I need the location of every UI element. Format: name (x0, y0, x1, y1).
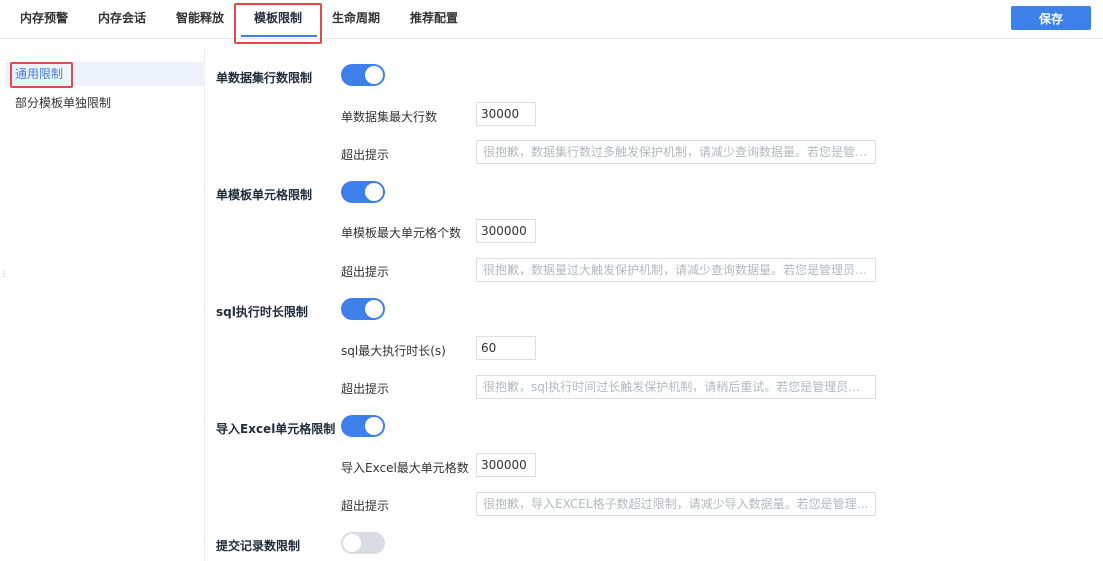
label-max-sql-duration: sql最大执行时长(s) (341, 344, 446, 358)
sidebar-item-per-template-limit[interactable]: 部分模板单独限制 (6, 91, 205, 115)
section-title-template-cells: 单模板单元格限制 (216, 188, 313, 202)
section-title-sql-duration: sql执行时长限制 (216, 305, 308, 319)
tab-memory-session[interactable]: 内存会话 (98, 0, 146, 38)
toggle-template-cells[interactable] (341, 181, 385, 203)
tab-template-limit[interactable]: 模板限制 (254, 0, 302, 38)
input-max-dataset-rows[interactable] (476, 102, 536, 126)
input-sql-duration-tip[interactable] (476, 375, 876, 399)
active-tab-underline (241, 35, 317, 37)
tab-recommended-config[interactable]: 推荐配置 (410, 0, 458, 38)
label-max-template-cells: 单模板最大单元格个数 (341, 226, 462, 240)
input-max-template-cells[interactable] (476, 219, 536, 243)
label-sql-duration-tip: 超出提示 (341, 382, 390, 396)
tab-memory-warning[interactable]: 内存预警 (20, 0, 68, 38)
input-dataset-rows-tip[interactable] (476, 140, 876, 164)
tab-smart-release[interactable]: 智能释放 (176, 0, 224, 38)
section-title-excel-import-cells: 导入Excel单元格限制 (216, 422, 336, 436)
sidebar-item-general-limit[interactable]: 通用限制 (6, 62, 205, 86)
input-max-excel-import-cells[interactable] (476, 453, 536, 477)
toggle-excel-import-cells[interactable] (341, 415, 385, 437)
section-title-submit-records: 提交记录数限制 (216, 539, 301, 553)
label-max-excel-import-cells: 导入Excel最大单元格数 (341, 461, 469, 475)
section-title-dataset-rows: 单数据集行数限制 (216, 71, 313, 85)
label-template-cells-tip: 超出提示 (341, 265, 390, 279)
settings-panel: 单数据集行数限制 单数据集最大行数 超出提示 单模板单元格限制 单模板最大单元格… (206, 48, 1103, 561)
toggle-dataset-rows[interactable] (341, 64, 385, 86)
label-dataset-rows-tip: 超出提示 (341, 148, 390, 162)
label-max-dataset-rows: 单数据集最大行数 (341, 110, 438, 124)
top-tab-bar: 内存预警 内存会话 智能释放 模板限制 生命周期 推荐配置 保存 (0, 0, 1103, 39)
label-excel-import-cells-tip: 超出提示 (341, 499, 390, 513)
input-template-cells-tip[interactable] (476, 258, 876, 282)
tab-lifecycle[interactable]: 生命周期 (332, 0, 380, 38)
toggle-sql-duration[interactable] (341, 298, 385, 320)
toggle-submit-records[interactable] (341, 532, 385, 554)
save-button[interactable]: 保存 (1011, 6, 1091, 30)
sidebar-resize-handle[interactable]: ⋮ (0, 270, 8, 286)
sidebar: 通用限制 部分模板单独限制 (0, 48, 205, 561)
input-excel-import-cells-tip[interactable] (476, 492, 876, 516)
input-max-sql-duration[interactable] (476, 336, 536, 360)
